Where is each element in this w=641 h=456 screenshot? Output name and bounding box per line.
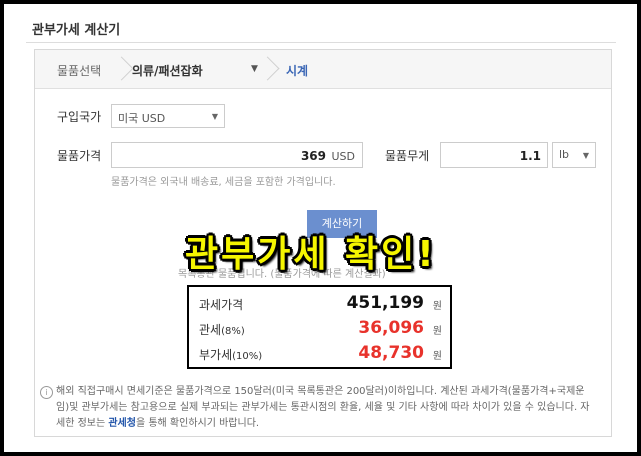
result-value: 36,096 (358, 318, 424, 338)
result-row-duty: 관세(8%) 36,096 원 (199, 316, 444, 340)
country-select-value: 미국 USD (118, 112, 166, 125)
weight-label: 물품무게 (385, 149, 430, 163)
weight-value: 1.1 (519, 149, 541, 163)
page-title: 관부가세 계산기 (32, 23, 121, 38)
crumb-category-dropdown[interactable]: 의류/패션잡화 (132, 62, 203, 79)
result-label: 과세가격 (199, 298, 244, 312)
result-row-taxable: 과세가격 451,199 원 (199, 291, 444, 315)
price-value: 369 (300, 149, 326, 163)
weight-unit-select[interactable]: lb ▼ (552, 142, 596, 168)
title-divider (26, 42, 616, 43)
result-box: 과세가격 451,199 원 관세(8%) 36,096 원 부가세(10%) … (187, 285, 452, 369)
price-hint: 물품가격은 외국내 배송료, 세금을 포함한 가격입니다. (111, 177, 336, 188)
result-unit: 원 (432, 326, 442, 337)
country-select[interactable]: 미국 USD ▼ (111, 104, 225, 128)
crumb-item-dropdown[interactable]: 시계 (286, 62, 308, 79)
result-unit: 원 (432, 351, 442, 362)
chevron-down-icon: ▼ (211, 112, 218, 121)
crumb-separator-icon (263, 52, 277, 86)
crumb-separator-icon (117, 52, 131, 86)
category-breadcrumb: 물품선택 의류/패션잡화 ▼ 시계 (35, 50, 611, 89)
result-row-vat: 부가세(10%) 48,730 원 (199, 341, 444, 365)
result-value: 451,199 (346, 293, 424, 313)
customs-service-link[interactable]: 관세청 (108, 418, 136, 429)
price-label: 물품가격 (57, 149, 102, 163)
result-label: 부가세(10%) (199, 348, 263, 362)
country-label: 구입국가 (57, 110, 102, 124)
crumb-step-select[interactable]: 물품선택 (57, 62, 101, 79)
overlay-caption: 관부가세 확인! (185, 234, 437, 275)
price-unit: USD (331, 150, 355, 163)
chevron-down-icon: ▼ (582, 151, 589, 160)
result-label: 관세(8%) (199, 323, 245, 337)
customs-notice: 해외 직접구매시 면세기준은 물품가격으로 150달러(미국 목록통관은 200… (56, 386, 590, 429)
weight-unit-value: lb (559, 148, 570, 161)
info-icon: i (40, 386, 53, 399)
result-unit: 원 (432, 301, 442, 312)
price-input[interactable]: 369 USD (111, 142, 363, 168)
page: 관부가세 계산기 물품선택 의류/패션잡화 ▼ 시계 구입국가 미국 USD ▼… (4, 4, 637, 452)
result-value: 48,730 (358, 343, 424, 363)
weight-input[interactable]: 1.1 (440, 142, 548, 168)
